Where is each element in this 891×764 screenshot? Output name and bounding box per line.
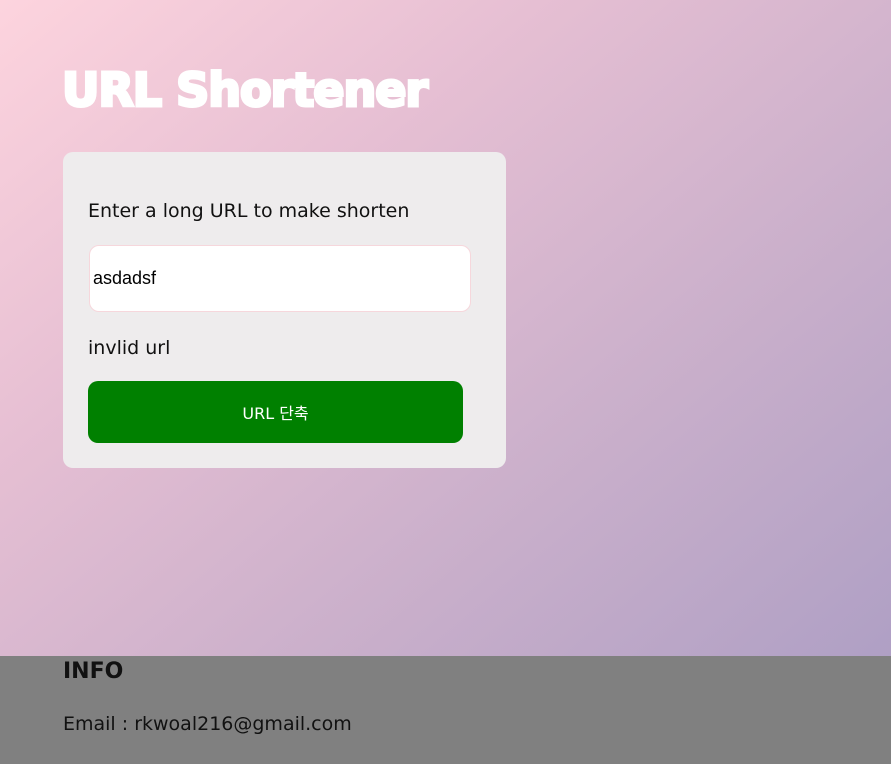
page-title: URL Shortener bbox=[60, 62, 429, 119]
url-input-label: Enter a long URL to make shorten bbox=[88, 200, 410, 222]
shorten-form-card: Enter a long URL to make shorten invlid … bbox=[63, 152, 506, 468]
footer: INFO Email : rkwoal216@gmail.com bbox=[0, 656, 891, 764]
footer-email: Email : rkwoal216@gmail.com bbox=[63, 713, 352, 735]
email-label: Email : bbox=[63, 713, 135, 735]
error-message: invlid url bbox=[88, 337, 171, 359]
url-input[interactable] bbox=[89, 245, 471, 312]
email-value: rkwoal216@gmail.com bbox=[134, 713, 352, 735]
footer-title: INFO bbox=[63, 659, 124, 684]
shorten-button[interactable]: URL 단축 bbox=[88, 381, 463, 443]
